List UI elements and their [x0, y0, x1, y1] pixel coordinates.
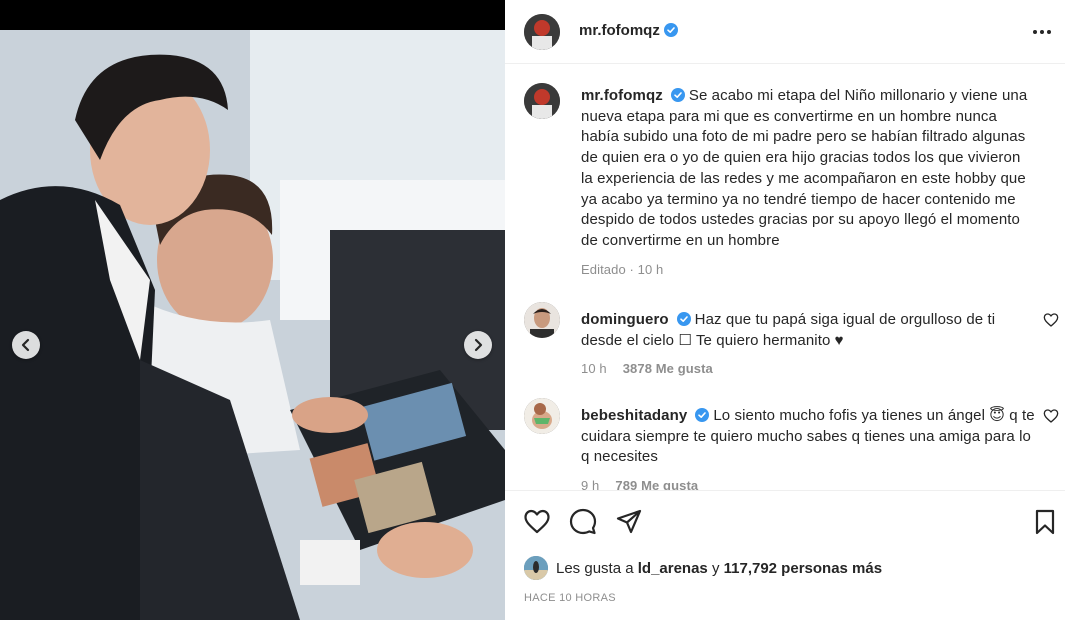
likes-prefix: Les gusta a — [556, 559, 634, 577]
caption-author-avatar[interactable] — [524, 83, 560, 119]
caption-text: Se acabo mi etapa del Niño millonario y … — [581, 87, 1028, 249]
post-header: mr.fofomqz — [505, 0, 1065, 64]
verified-badge-icon — [695, 408, 710, 422]
comment-username[interactable]: dominguero — [581, 311, 669, 328]
comment-body: dominguero Haz que tu papá siga igual de … — [581, 310, 1036, 380]
likes-count[interactable]: 117,792 personas más — [724, 560, 882, 577]
verified-badge-icon — [670, 88, 685, 102]
caption-username[interactable]: mr.fofomqz — [581, 87, 663, 104]
previous-photo-button[interactable] — [12, 331, 40, 359]
comment-time[interactable]: 10 h — [581, 361, 607, 376]
chevron-right-icon — [474, 338, 483, 352]
commenter-avatar[interactable] — [524, 398, 560, 434]
post-sidebar: mr.fofomqz mr.fofomqz Se acabo mi etapa d… — [505, 0, 1065, 620]
verified-badge-icon — [663, 23, 678, 37]
liker-avatar-image — [524, 556, 548, 580]
heart-icon[interactable] — [523, 508, 551, 536]
commenter-avatar-image — [524, 302, 560, 338]
comment-bubble-icon[interactable] — [569, 508, 597, 536]
comment-meta: 10 h 3878 Me gusta — [581, 359, 1036, 380]
next-photo-button[interactable] — [464, 331, 492, 359]
post-timestamp[interactable]: HACE 10 HORAS — [524, 592, 616, 604]
comment-time[interactable]: 9 h — [581, 478, 599, 490]
author-avatar[interactable] — [524, 14, 560, 50]
liker-avatar[interactable] — [524, 556, 548, 580]
commenter-avatar-image — [524, 398, 560, 434]
comment-likes[interactable]: 3878 Me gusta — [623, 361, 713, 376]
author-username[interactable]: mr.fofomqz — [579, 22, 678, 39]
author-username-text[interactable]: mr.fofomqz — [579, 22, 660, 39]
photo-illustration — [0, 30, 505, 620]
heart-icon[interactable] — [1043, 312, 1059, 328]
comments-list: mr.fofomqz Se acabo mi etapa del Niño mil… — [505, 65, 1065, 490]
commenter-avatar[interactable] — [524, 302, 560, 338]
caption-body: mr.fofomqz Se acabo mi etapa del Niño mil… — [581, 86, 1036, 280]
comment-username[interactable]: bebeshitadany — [581, 407, 687, 424]
post-media — [0, 0, 505, 620]
comment-likes[interactable]: 789 Me gusta — [615, 478, 698, 490]
likes-middle: y — [711, 559, 720, 577]
paper-plane-icon[interactable] — [615, 508, 643, 536]
likes-summary: Les gusta a ld_arenas y 117,792 personas… — [524, 555, 882, 581]
chevron-left-icon — [21, 338, 30, 352]
author-avatar-image — [524, 14, 560, 50]
caption-meta: Editado · 10 h — [581, 261, 664, 277]
liker-username[interactable]: ld_arenas — [638, 560, 708, 577]
comment-meta: 9 h 789 Me gusta — [581, 476, 1036, 490]
bookmark-icon[interactable] — [1031, 508, 1059, 536]
post-actions — [505, 490, 1065, 552]
verified-badge-icon — [676, 312, 691, 326]
caption-author-avatar-image — [524, 83, 560, 119]
post-photo — [0, 30, 505, 620]
heart-icon[interactable] — [1043, 408, 1059, 424]
comment-body: bebeshitadany Lo siento mucho fofis ya ti… — [581, 406, 1036, 490]
more-options-icon[interactable] — [1030, 22, 1054, 42]
